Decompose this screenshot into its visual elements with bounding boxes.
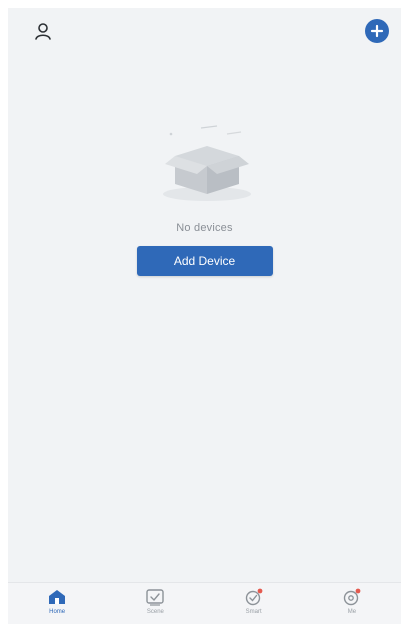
tab-me-label: Me bbox=[347, 609, 357, 615]
no-devices-message: No devices bbox=[176, 222, 233, 234]
plus-circle-icon bbox=[370, 24, 384, 38]
tab-home-label: Home bbox=[49, 609, 66, 615]
tab-smart-label: Smart bbox=[245, 609, 262, 615]
smart-icon bbox=[243, 587, 265, 607]
bottom-tab-bar: Home Scene Smart Me bbox=[8, 582, 401, 624]
tab-scene[interactable]: Scene bbox=[115, 587, 195, 615]
me-icon bbox=[341, 587, 363, 607]
add-device-button[interactable]: Add Device bbox=[136, 246, 273, 276]
profile-button[interactable] bbox=[30, 18, 56, 44]
home-icon bbox=[46, 587, 68, 607]
tab-smart[interactable]: Smart bbox=[214, 587, 294, 615]
top-bar bbox=[8, 8, 401, 56]
user-icon bbox=[35, 23, 51, 40]
add-device-top-button[interactable] bbox=[365, 19, 389, 43]
tab-me[interactable]: Me bbox=[312, 587, 392, 615]
tab-home[interactable]: Home bbox=[17, 587, 97, 615]
empty-box-illustration bbox=[162, 125, 251, 201]
empty-state: No devices Add Device bbox=[8, 120, 401, 276]
app-screen: No devices Add Device Home Scene Smart M… bbox=[8, 8, 401, 624]
tab-scene-label: Scene bbox=[146, 609, 164, 615]
scene-icon bbox=[144, 587, 166, 607]
